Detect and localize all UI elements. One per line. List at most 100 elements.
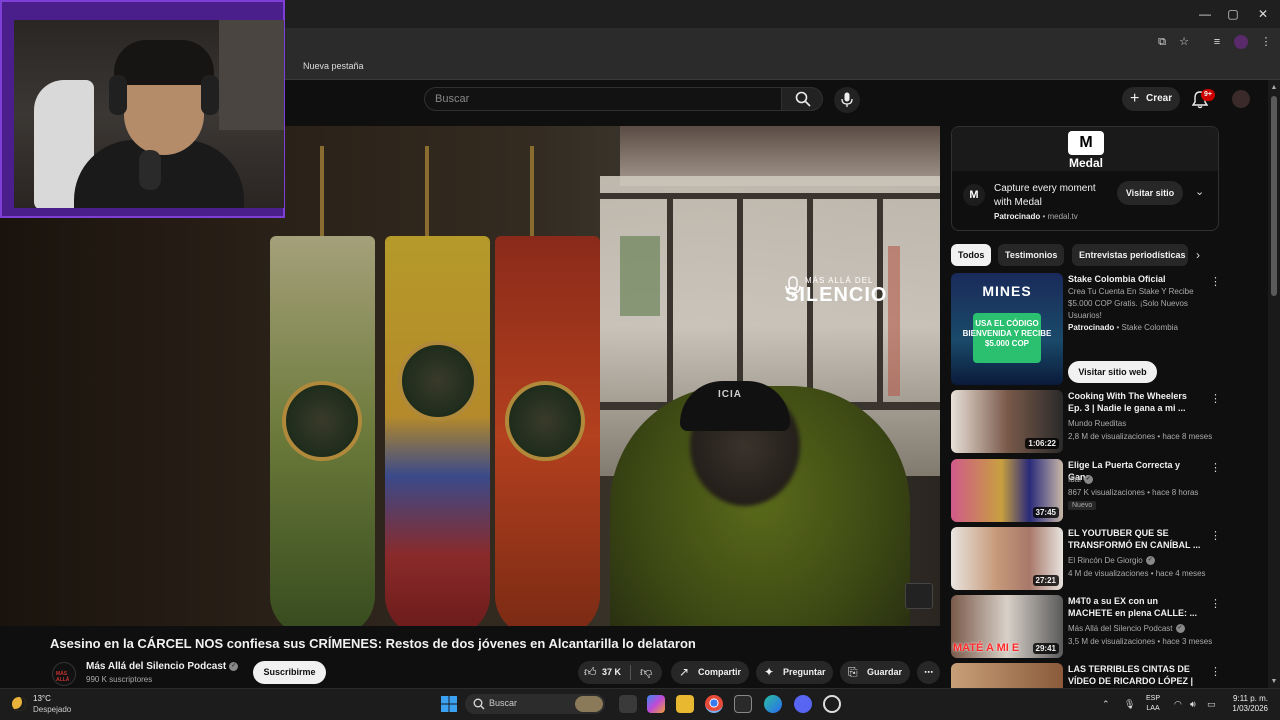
flag-colombia — [385, 236, 490, 626]
tray-mic-icon[interactable]: 🎙︎ — [1124, 699, 1135, 710]
video-meta: 3,5 M de visualizaciones • hace 3 meses — [1068, 637, 1213, 646]
recommended-video[interactable]: 27:21 EL YOUTUBER QUE SE TRANSFORMÓ EN C… — [951, 527, 1221, 590]
voice-search-button[interactable] — [834, 87, 860, 113]
chip-todos[interactable]: Todos — [951, 244, 992, 266]
bookmark-new-tab[interactable]: Nueva pestaña — [303, 61, 364, 71]
more-vertical-icon[interactable]: ⋮ — [1210, 529, 1221, 542]
scroll-up-icon[interactable]: ▲ — [1270, 84, 1278, 92]
video-title[interactable]: M4T0 a su EX con un MACHETE en plena CAL… — [1068, 595, 1203, 619]
edge-icon[interactable] — [764, 695, 782, 713]
search-input[interactable]: Buscar — [424, 87, 782, 111]
flag-pole — [530, 146, 534, 246]
close-window-button[interactable]: ✕ — [1246, 4, 1280, 24]
chevron-right-icon[interactable]: › — [1196, 248, 1200, 262]
profile-icon[interactable] — [1234, 35, 1248, 49]
more-vertical-icon[interactable]: ⋮ — [1210, 597, 1221, 610]
video-channel[interactable]: Ibai ✓ — [1068, 475, 1093, 485]
recommended-video[interactable]: 37:45 Elige La Puerta Correcta y Gana Ib… — [951, 459, 1221, 522]
video-thumbnail[interactable]: MATÉ A MI E 29:41 — [951, 595, 1063, 658]
sponsored-video-row[interactable]: MINES USA EL CÓDIGO BIENVENIDA Y RECIBE … — [951, 273, 1221, 385]
video-title[interactable]: EL YOUTUBER QUE SE TRANSFORMÓ EN CANÍBAL… — [1068, 527, 1203, 551]
streamer-microphone — [139, 150, 161, 190]
subscribe-button[interactable]: Suscribirme — [253, 661, 326, 684]
video-thumbnail[interactable]: 37:45 — [951, 459, 1063, 522]
moon-icon[interactable] — [12, 697, 26, 711]
chrome-icon[interactable] — [705, 695, 723, 713]
account-avatar[interactable] — [1232, 90, 1250, 108]
file-explorer-icon[interactable] — [676, 695, 694, 713]
watermark-big-text: SILENCIO — [785, 284, 888, 306]
discord-icon[interactable] — [794, 695, 812, 713]
video-title[interactable]: LAS TERRIBLES CINTAS DE VÍDEO DE RICARDO… — [1068, 663, 1203, 688]
promo-advertiser: Stake Colombia — [1121, 323, 1178, 332]
promo-title[interactable]: Stake Colombia Oficial — [1068, 273, 1203, 285]
more-vertical-icon[interactable]: ⋮ — [1210, 665, 1219, 678]
scrollbar-thumb[interactable] — [1271, 96, 1277, 296]
thumbs-up-icon[interactable]: 👍︎ — [584, 661, 597, 684]
task-view-icon[interactable] — [619, 695, 637, 713]
recommended-video[interactable]: LAS TERRIBLES CINTAS DE VÍDEO DE RICARDO… — [951, 663, 1219, 688]
scroll-down-icon[interactable]: ▼ — [1270, 678, 1278, 686]
recommended-video[interactable]: 1:06:22 Cooking With The Wheelers Ep. 3 … — [951, 390, 1221, 453]
chip-testimonios[interactable]: Testimonios — [998, 244, 1065, 266]
copilot-icon[interactable] — [647, 695, 665, 713]
maximize-button[interactable]: ▢ — [1216, 4, 1250, 24]
chevron-down-icon[interactable]: ⌄ — [1195, 185, 1204, 198]
thumbs-down-icon[interactable]: 👎︎ — [640, 661, 652, 684]
clock-time: 9:11 p. m. — [1233, 694, 1268, 703]
ad-visit-button[interactable]: Visitar sitio — [1117, 181, 1183, 205]
cast-icon[interactable]: ⧉ — [1155, 35, 1169, 49]
video-meta: 867 K visualizaciones • hace 8 horas — [1068, 488, 1199, 497]
browser-menu-icon[interactable]: ⋮ — [1259, 35, 1273, 49]
video-thumbnail[interactable]: 1:06:22 — [951, 390, 1063, 453]
promo-thumbnail[interactable]: MINES USA EL CÓDIGO BIENVENIDA Y RECIBE … — [951, 273, 1063, 385]
weather-temperature[interactable]: 13°C — [33, 694, 51, 703]
video-channel[interactable]: Mundo Rueditas — [1068, 419, 1126, 428]
ad-headline[interactable]: Capture every moment with Medal — [994, 182, 1112, 210]
channel-avatar[interactable]: MÁS ALLÁ — [52, 662, 76, 686]
weather-description[interactable]: Despejado — [33, 705, 71, 714]
volume-icon[interactable]: 🔊︎ — [1190, 699, 1196, 710]
bookmark-star-icon[interactable]: ☆ — [1177, 35, 1191, 49]
windows-start-icon[interactable] — [440, 695, 458, 713]
share-label: Compartir — [698, 667, 742, 677]
video-channel-text: El Rincón De Giorgio — [1068, 556, 1143, 565]
more-vertical-icon[interactable]: ⋮ — [1210, 461, 1221, 474]
recommended-video[interactable]: MATÉ A MI E 29:41 M4T0 a su EX con un MA… — [951, 595, 1221, 658]
more-actions-button[interactable]: ⋯ — [917, 661, 940, 684]
new-badge: Nuevo — [1068, 501, 1097, 510]
video-title[interactable]: Cooking With The Wheelers Ep. 3 | Nadie … — [1068, 390, 1203, 414]
battery-icon[interactable]: ▭ — [1207, 699, 1216, 710]
tray-overflow-icon[interactable]: ⌃ — [1102, 699, 1110, 710]
ad-meta: Patrocinado • medal.tv — [994, 212, 1078, 221]
flag-emblem — [398, 341, 478, 421]
share-button[interactable]: ↗ Compartir — [671, 661, 749, 684]
more-vertical-icon[interactable]: ⋮ — [1210, 275, 1221, 288]
chip-entrevistas[interactable]: Entrevistas periodísticas — [1072, 244, 1188, 266]
windows-taskbar — [0, 688, 1280, 720]
channel-name[interactable]: Más Allá del Silencio Podcast ✓ — [86, 661, 239, 672]
search-button[interactable] — [781, 87, 823, 111]
wifi-icon[interactable]: ◠ — [1174, 699, 1182, 710]
video-channel[interactable]: Más Allá del Silencio Podcast ✓ — [1068, 624, 1185, 634]
like-count[interactable]: 37 K — [602, 661, 621, 684]
language-indicator[interactable]: ESP LAA — [1146, 694, 1160, 714]
create-button[interactable]: + Crear — [1122, 87, 1180, 111]
video-duration: 29:41 — [1032, 643, 1059, 654]
video-corner-logo — [905, 583, 933, 609]
save-button[interactable]: ⎘ Guardar — [840, 661, 910, 684]
more-vertical-icon[interactable]: ⋮ — [1210, 392, 1221, 405]
promo-visit-button[interactable]: Visitar sitio web — [1068, 361, 1157, 383]
microsoft-store-icon[interactable] — [734, 695, 752, 713]
taskbar-search[interactable]: Buscar — [465, 694, 605, 714]
media-controls-icon[interactable]: ≡ — [1210, 35, 1224, 49]
video-meta: 2,8 M de visualizaciones • hace 8 meses — [1068, 432, 1213, 441]
video-channel[interactable]: El Rincón De Giorgio ✓ — [1068, 556, 1155, 566]
steelseries-icon[interactable] — [823, 695, 841, 713]
video-thumbnail[interactable] — [951, 663, 1063, 688]
video-thumbnail[interactable]: 27:21 — [951, 527, 1063, 590]
medal-icon: M — [963, 184, 985, 206]
sponsored-ad-card[interactable]: M Medal M Capture every moment with Meda… — [951, 126, 1219, 231]
taskbar-clock[interactable]: 9:11 p. m. 1/03/2026 — [1228, 694, 1268, 714]
ask-button[interactable]: ✦ Preguntar — [756, 661, 833, 684]
